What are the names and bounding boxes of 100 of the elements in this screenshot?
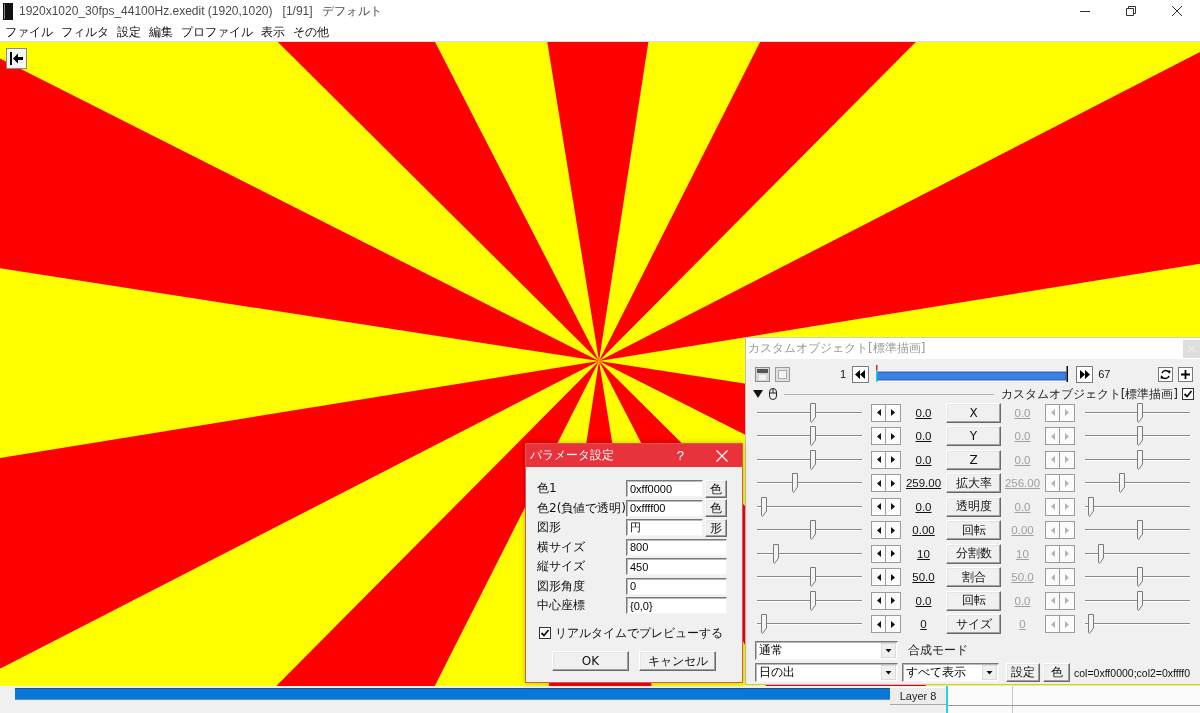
slider-thumb[interactable]: [810, 426, 817, 447]
left-triangle-icon: [1050, 503, 1055, 511]
input-field[interactable]: 0xff0000: [626, 480, 703, 498]
display-dropdown[interactable]: すべて表示: [902, 663, 999, 682]
step-down-button[interactable]: [871, 450, 886, 469]
start-value[interactable]: 0.0: [901, 406, 946, 419]
menu-item[interactable]: 表示: [257, 22, 289, 41]
slider-thumb[interactable]: [760, 614, 767, 635]
input-field[interactable]: 450: [626, 558, 727, 576]
window-icon[interactable]: [755, 366, 770, 382]
menu-item[interactable]: ファイル: [1, 22, 57, 41]
right-triangle-icon: [1065, 620, 1069, 628]
track-name-button[interactable]: Y: [946, 426, 1001, 447]
step-down-button[interactable]: [871, 591, 886, 610]
menu-item[interactable]: 編集: [145, 22, 177, 41]
cancel-button[interactable]: キャンセル: [639, 651, 716, 671]
field-label: 中心座標: [537, 597, 586, 615]
start-value[interactable]: 0.0: [901, 594, 946, 607]
fast-forward-icon[interactable]: [1076, 365, 1094, 383]
checkbox[interactable]: [539, 627, 551, 639]
start-value[interactable]: 0.0: [901, 500, 946, 513]
step-up-button[interactable]: [886, 474, 901, 493]
right-triangle-icon: [891, 456, 895, 464]
step-down-button[interactable]: [871, 568, 886, 587]
start-value[interactable]: 259.00: [901, 477, 946, 490]
menu-item[interactable]: フィルタ: [57, 22, 113, 41]
step-down-button[interactable]: [871, 521, 886, 540]
down-triangle-icon[interactable]: [753, 390, 763, 398]
step-up-button[interactable]: [886, 497, 901, 516]
start-value[interactable]: 0.0: [901, 430, 946, 443]
settings-button[interactable]: 設定: [1006, 663, 1040, 682]
track-name-button[interactable]: 割合: [946, 567, 1001, 588]
step-up-button[interactable]: [886, 521, 901, 540]
slider-thumb[interactable]: [772, 543, 779, 564]
range-bar[interactable]: [876, 365, 1070, 383]
menu-item[interactable]: 設定: [113, 22, 145, 41]
script-dropdown[interactable]: 日の出: [755, 663, 898, 682]
start-value[interactable]: 10: [901, 547, 946, 560]
step-up-button[interactable]: [886, 544, 901, 563]
slider-thumb[interactable]: [760, 496, 767, 517]
step-down-button[interactable]: [871, 497, 886, 516]
step-up-button[interactable]: [886, 427, 901, 446]
start-value[interactable]: 0: [901, 618, 946, 631]
track-name-button[interactable]: サイズ: [946, 614, 1001, 635]
menu-item[interactable]: その他: [289, 22, 333, 41]
input-field[interactable]: 800: [626, 538, 727, 556]
arrow-to-bar-icon[interactable]: [6, 48, 27, 69]
slider-thumb[interactable]: [810, 402, 817, 423]
square-icon[interactable]: [775, 366, 790, 382]
blend-mode-dropdown[interactable]: 通常: [755, 641, 898, 660]
input-field[interactable]: {0,0}: [626, 597, 727, 615]
color-button[interactable]: 色: [1043, 663, 1070, 682]
window-title: カスタムオブジェクト[標準描画]: [748, 340, 926, 357]
slider-thumb[interactable]: [810, 590, 817, 611]
step-up-button[interactable]: [886, 615, 901, 634]
start-value[interactable]: 0.00: [901, 524, 946, 537]
seek-bar[interactable]: [15, 688, 890, 700]
step-down-button[interactable]: [871, 474, 886, 493]
input-field[interactable]: 0xffff00: [626, 499, 703, 517]
right-triangle-icon: [891, 409, 895, 417]
step-down-button[interactable]: [871, 544, 886, 563]
track-name-button[interactable]: 回転: [946, 520, 1001, 541]
slider-thumb[interactable]: [791, 473, 798, 494]
step-down-button[interactable]: [871, 427, 886, 446]
step-up-button[interactable]: [886, 450, 901, 469]
picker-button[interactable]: 色: [705, 479, 727, 498]
track-name-button[interactable]: Z: [946, 449, 1001, 470]
layer-header[interactable]: Layer 8: [890, 687, 946, 705]
start-value[interactable]: 50.0: [901, 571, 946, 584]
track-name-button[interactable]: 回転: [946, 590, 1001, 611]
close-icon[interactable]: [1172, 6, 1182, 16]
left-triangle-icon: [1050, 620, 1055, 628]
slider-thumb[interactable]: [810, 567, 817, 588]
track-name-button[interactable]: 分割数: [946, 543, 1001, 564]
checkbox-label[interactable]: リアルタイムでプレビューする: [555, 624, 723, 642]
step-up-button[interactable]: [886, 591, 901, 610]
track-name-button[interactable]: 拡大率: [946, 473, 1001, 494]
slider-thumb[interactable]: [810, 449, 817, 470]
slider-thumb[interactable]: [810, 520, 817, 541]
plus-icon[interactable]: [1178, 366, 1194, 382]
enable-checkbox[interactable]: [1182, 388, 1194, 400]
input-field[interactable]: 0: [626, 577, 727, 595]
picker-button[interactable]: 色: [705, 499, 727, 518]
start-value[interactable]: 0.0: [901, 453, 946, 466]
step-down-button[interactable]: [871, 615, 886, 634]
refresh-icon[interactable]: [1158, 366, 1174, 382]
menu-item[interactable]: プロファイル: [177, 22, 257, 41]
track-name-button[interactable]: X: [946, 402, 1001, 423]
right-triangle-icon: [891, 550, 895, 558]
restore-icon[interactable]: [1126, 6, 1136, 16]
track-name-button[interactable]: 透明度: [946, 496, 1001, 517]
step-up-button[interactable]: [886, 403, 901, 422]
step-down-button[interactable]: [871, 403, 886, 422]
step-up-button[interactable]: [886, 568, 901, 587]
ok-button[interactable]: OK: [552, 651, 629, 671]
input-field[interactable]: 円: [626, 519, 703, 537]
picker-button[interactable]: 形: [705, 518, 727, 537]
rewind-icon[interactable]: [852, 365, 870, 383]
help-button[interactable]: ?: [676, 448, 684, 463]
minimize-icon[interactable]: [1080, 10, 1090, 12]
